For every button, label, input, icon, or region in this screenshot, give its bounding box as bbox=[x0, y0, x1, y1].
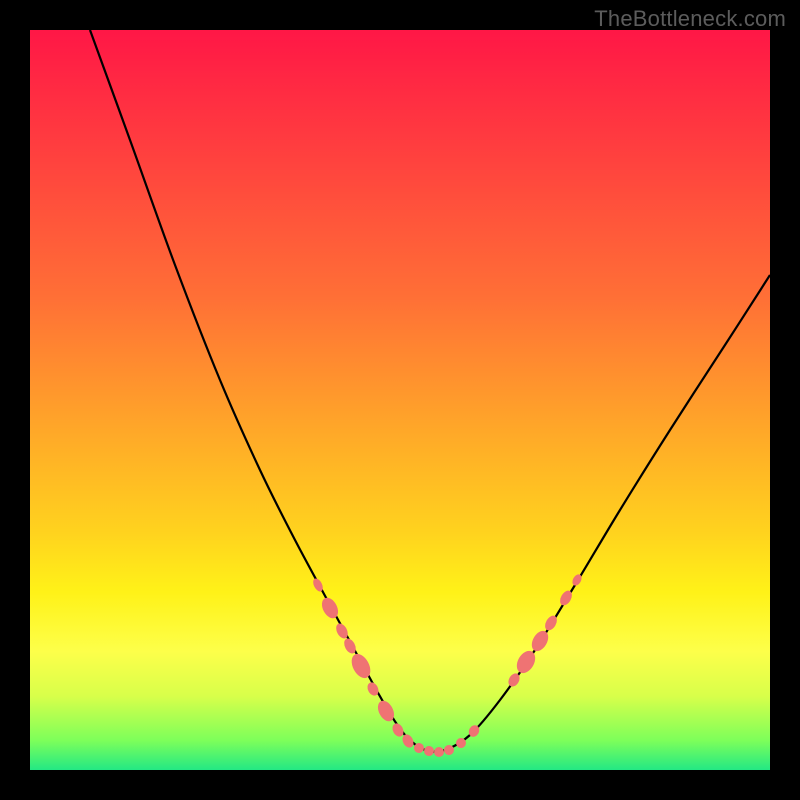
highlight-bead bbox=[390, 721, 405, 738]
plot-area bbox=[30, 30, 770, 770]
highlight-bead bbox=[319, 595, 342, 621]
highlight-bead bbox=[528, 628, 551, 654]
highlight-bead bbox=[434, 747, 444, 757]
bottleneck-curve bbox=[90, 30, 770, 752]
watermark-text: TheBottleneck.com bbox=[594, 6, 786, 32]
highlight-beads-group bbox=[311, 573, 583, 758]
highlight-bead bbox=[400, 732, 415, 749]
highlight-bead bbox=[422, 744, 436, 758]
chart-svg bbox=[30, 30, 770, 770]
